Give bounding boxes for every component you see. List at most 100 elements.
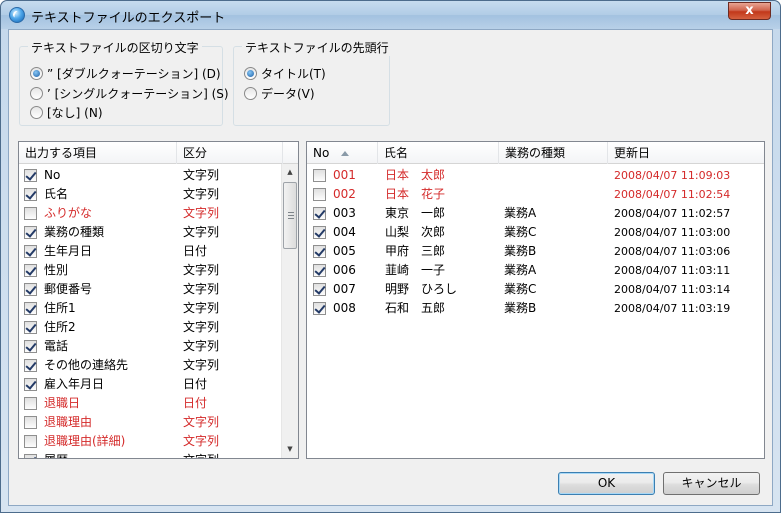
- record-row[interactable]: 007 明野 ひろし 業務C 2008/04/07 11:03:14: [307, 280, 764, 299]
- record-checkbox[interactable]: [313, 226, 326, 239]
- field-row[interactable]: 履歴 文字列: [19, 451, 298, 458]
- column-header-updated[interactable]: 更新日: [608, 142, 764, 164]
- record-name: 日本 花子: [385, 187, 446, 201]
- thumb-grip: [288, 215, 294, 216]
- field-checkbox[interactable]: [24, 169, 37, 182]
- field-name: 氏名: [44, 187, 69, 201]
- record-row[interactable]: 002 日本 花子 2008/04/07 11:02:54: [307, 185, 764, 204]
- record-checkbox[interactable]: [313, 264, 326, 277]
- export-dialog: テキストファイルのエクスポート x テキストファイルの区切り文字 ” [ダブルク…: [0, 0, 781, 513]
- record-updated: 2008/04/07 11:02:57: [614, 207, 731, 220]
- field-row[interactable]: No 文字列: [19, 166, 298, 185]
- column-header-item[interactable]: 出力する項目: [19, 142, 177, 164]
- field-row[interactable]: 性別 文字列: [19, 261, 298, 280]
- field-row[interactable]: 業務の種類 文字列: [19, 223, 298, 242]
- record-checkbox[interactable]: [313, 245, 326, 258]
- field-checkbox[interactable]: [24, 283, 37, 296]
- field-row[interactable]: 住所1 文字列: [19, 299, 298, 318]
- field-checkbox[interactable]: [24, 302, 37, 315]
- column-header-job[interactable]: 業務の種類: [499, 142, 608, 164]
- radio-label: データ(V): [261, 86, 315, 101]
- column-header-type[interactable]: 区分: [177, 142, 283, 164]
- fields-scrollbar[interactable]: ▲ ▼: [281, 164, 298, 458]
- field-checkbox[interactable]: [24, 359, 37, 372]
- radio-indicator[interactable]: [30, 105, 43, 119]
- record-name: 東京 一郎: [385, 206, 446, 220]
- record-checkbox[interactable]: [313, 207, 326, 220]
- record-row[interactable]: 006 韮崎 一子 業務A 2008/04/07 11:03:11: [307, 261, 764, 280]
- record-job: 業務A: [504, 263, 537, 277]
- record-checkbox[interactable]: [313, 169, 326, 182]
- field-row[interactable]: 退職理由(詳細) 文字列: [19, 432, 298, 451]
- cancel-button[interactable]: キャンセル: [663, 472, 760, 495]
- field-type: 文字列: [183, 415, 220, 429]
- close-button[interactable]: x: [728, 2, 771, 20]
- field-name: 雇入年月日: [44, 377, 105, 391]
- field-checkbox[interactable]: [24, 245, 37, 258]
- field-name: ふりがな: [44, 206, 93, 220]
- records-list[interactable]: No 氏名 業務の種類 更新日 001 日本 太郎 2008/04/07 11:09…: [306, 141, 765, 459]
- scroll-up-arrow[interactable]: ▲: [282, 164, 298, 181]
- field-row[interactable]: 住所2 文字列: [19, 318, 298, 337]
- radio-single-quote[interactable]: ’ [シングルクォーテーション] (S): [30, 84, 229, 102]
- field-row[interactable]: 郵便番号 文字列: [19, 280, 298, 299]
- ok-button[interactable]: OK: [558, 472, 655, 495]
- record-job: 業務C: [504, 282, 537, 296]
- radio-indicator[interactable]: [30, 86, 43, 100]
- field-checkbox[interactable]: [24, 340, 37, 353]
- column-header-no[interactable]: No: [307, 142, 378, 164]
- record-row[interactable]: 008 石和 五郎 業務B 2008/04/07 11:03:19: [307, 299, 764, 318]
- field-row[interactable]: 電話 文字列: [19, 337, 298, 356]
- radio-indicator[interactable]: [244, 66, 257, 80]
- records-list-header: No 氏名 業務の種類 更新日: [307, 142, 764, 164]
- radio-title[interactable]: タイトル(T): [244, 64, 326, 82]
- record-row[interactable]: 004 山梨 次郎 業務C 2008/04/07 11:03:00: [307, 223, 764, 242]
- field-row[interactable]: 氏名 文字列: [19, 185, 298, 204]
- field-checkbox[interactable]: [24, 378, 37, 391]
- title-bar[interactable]: テキストファイルのエクスポート x: [1, 1, 780, 29]
- record-checkbox[interactable]: [313, 283, 326, 296]
- record-row[interactable]: 001 日本 太郎 2008/04/07 11:09:03: [307, 166, 764, 185]
- field-checkbox[interactable]: [24, 454, 37, 458]
- record-updated: 2008/04/07 11:03:19: [614, 302, 731, 315]
- first-line-group: テキストファイルの先頭行 タイトル(T) データ(V): [233, 39, 392, 126]
- field-row[interactable]: その他の連絡先 文字列: [19, 356, 298, 375]
- field-checkbox[interactable]: [24, 397, 37, 410]
- field-name: 退職日: [44, 396, 81, 410]
- radio-double-quote[interactable]: ” [ダブルクォーテーション] (D): [30, 64, 221, 82]
- field-row[interactable]: 生年月日 日付: [19, 242, 298, 261]
- field-row[interactable]: 雇入年月日 日付: [19, 375, 298, 394]
- record-name: 山梨 次郎: [385, 225, 446, 239]
- field-row[interactable]: 退職日 日付: [19, 394, 298, 413]
- radio-none[interactable]: [なし] (N): [30, 103, 103, 121]
- field-checkbox[interactable]: [24, 264, 37, 277]
- record-name: 日本 太郎: [385, 168, 446, 182]
- radio-indicator[interactable]: [244, 86, 257, 100]
- fields-list[interactable]: 出力する項目 区分 No 文字列 氏名 文字列 ふりがな 文字列 業務の種類 文字列 生年月日日…: [18, 141, 299, 459]
- field-checkbox[interactable]: [24, 435, 37, 448]
- field-name: 業務の種類: [44, 225, 105, 239]
- record-row[interactable]: 003 東京 一郎 業務A 2008/04/07 11:02:57: [307, 204, 764, 223]
- field-row[interactable]: 退職理由 文字列: [19, 413, 298, 432]
- record-job: 業務A: [504, 206, 537, 220]
- sort-ascending-icon: [341, 151, 350, 156]
- field-checkbox[interactable]: [24, 321, 37, 334]
- field-type: 文字列: [183, 339, 220, 353]
- field-row[interactable]: ふりがな 文字列: [19, 204, 298, 223]
- radio-data[interactable]: データ(V): [244, 84, 315, 102]
- record-no: 003: [333, 206, 356, 220]
- field-checkbox[interactable]: [24, 207, 37, 220]
- record-checkbox[interactable]: [313, 188, 326, 201]
- record-updated: 2008/04/07 11:03:14: [614, 283, 731, 296]
- field-checkbox[interactable]: [24, 226, 37, 239]
- field-type: 文字列: [183, 187, 220, 201]
- scroll-down-arrow[interactable]: ▼: [282, 441, 298, 458]
- field-checkbox[interactable]: [24, 188, 37, 201]
- radio-indicator[interactable]: [30, 66, 43, 80]
- scroll-thumb[interactable]: [283, 182, 297, 249]
- record-row[interactable]: 005 甲府 三郎 業務B 2008/04/07 11:03:06: [307, 242, 764, 261]
- record-checkbox[interactable]: [313, 302, 326, 315]
- field-checkbox[interactable]: [24, 416, 37, 429]
- column-header-name[interactable]: 氏名: [378, 142, 499, 164]
- record-updated: 2008/04/07 11:03:06: [614, 245, 731, 258]
